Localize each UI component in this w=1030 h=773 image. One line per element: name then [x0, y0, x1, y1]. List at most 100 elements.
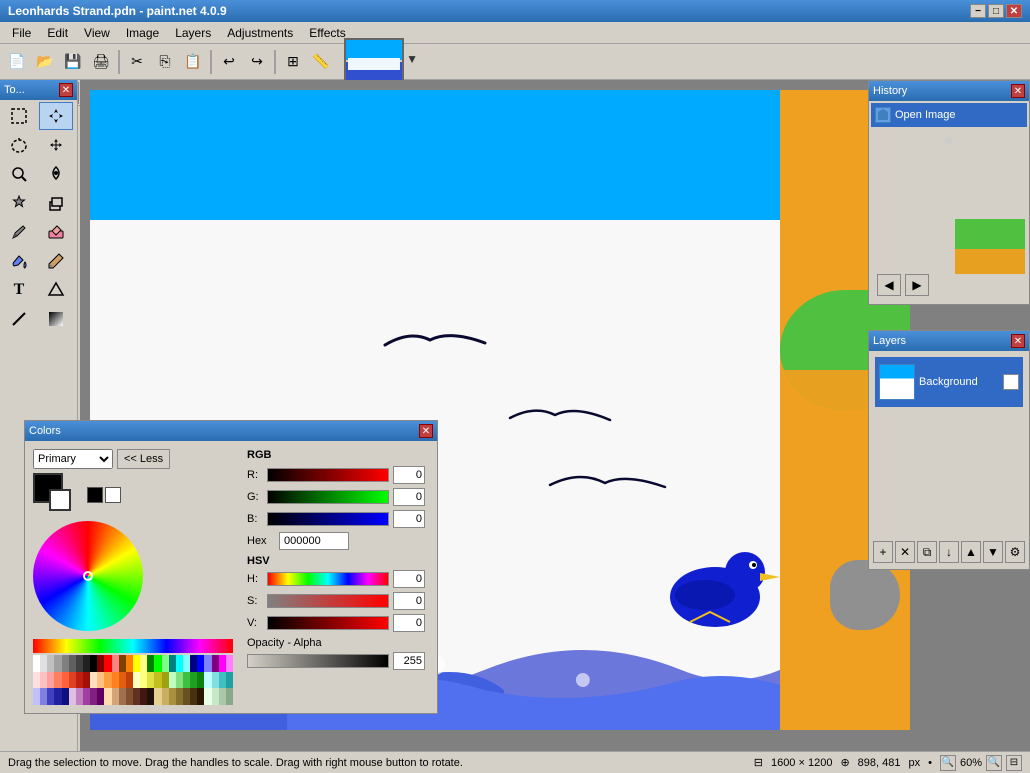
pal-s7[interactable]: [197, 688, 204, 705]
layer-background[interactable]: Background ✓: [875, 357, 1023, 407]
pal-s4[interactable]: [176, 688, 183, 705]
s-input[interactable]: 0: [393, 592, 425, 610]
pal-5[interactable]: [69, 655, 76, 672]
toolbar-grid[interactable]: ⊞: [280, 49, 306, 75]
pal-4[interactable]: [62, 655, 69, 672]
pal-r7[interactable]: [76, 672, 83, 689]
hue-strip[interactable]: [33, 639, 233, 653]
pal-o6[interactable]: [126, 672, 133, 689]
close-button[interactable]: ✕: [1006, 4, 1022, 18]
pal-p3[interactable]: [83, 688, 90, 705]
pal-t3[interactable]: [219, 688, 226, 705]
layers-close[interactable]: ✕: [1011, 334, 1025, 348]
secondary-swatch[interactable]: [49, 489, 71, 511]
tool-line[interactable]: [2, 305, 36, 333]
tool-paintbucket[interactable]: [2, 247, 36, 275]
toolbar-redo[interactable]: ↪: [244, 49, 270, 75]
pal-o3[interactable]: [104, 672, 111, 689]
history-forward[interactable]: ▶: [905, 274, 929, 296]
h-slider[interactable]: [267, 572, 389, 586]
b-slider[interactable]: [267, 512, 389, 526]
pal-g4[interactable]: [190, 672, 197, 689]
layer-move-down[interactable]: ▼: [983, 541, 1003, 563]
toolbar-undo[interactable]: ↩: [216, 49, 242, 75]
toolbar-paste[interactable]: 📋: [180, 49, 206, 75]
pal-y3[interactable]: [147, 672, 154, 689]
pal-y1[interactable]: [133, 672, 140, 689]
menu-image[interactable]: Image: [118, 24, 167, 42]
menu-edit[interactable]: Edit: [39, 24, 76, 42]
layer-move-up[interactable]: ▲: [961, 541, 981, 563]
pal-o1[interactable]: [90, 672, 97, 689]
toolbar-cut[interactable]: ✂: [124, 49, 150, 75]
pal-p1[interactable]: [69, 688, 76, 705]
pal-lightmagenta[interactable]: [226, 655, 233, 672]
pal-n7[interactable]: [147, 688, 154, 705]
pal-3[interactable]: [54, 655, 61, 672]
pal-b3[interactable]: [47, 688, 54, 705]
pal-g3[interactable]: [183, 672, 190, 689]
history-back[interactable]: ◀: [877, 274, 901, 296]
pal-c3[interactable]: [219, 672, 226, 689]
pal-darkred[interactable]: [97, 655, 104, 672]
pal-t4[interactable]: [226, 688, 233, 705]
pal-n6[interactable]: [140, 688, 147, 705]
pal-o5[interactable]: [119, 672, 126, 689]
pal-y4[interactable]: [154, 672, 161, 689]
pal-n3[interactable]: [119, 688, 126, 705]
pal-n5[interactable]: [133, 688, 140, 705]
layer-merge-down[interactable]: ↓: [939, 541, 959, 563]
tool-magic-wand[interactable]: [2, 189, 36, 217]
pal-r6[interactable]: [69, 672, 76, 689]
pal-p4[interactable]: [90, 688, 97, 705]
tool-move[interactable]: [39, 102, 73, 130]
pal-b2[interactable]: [40, 688, 47, 705]
less-more-btn[interactable]: << Less: [117, 449, 170, 469]
pal-r2[interactable]: [40, 672, 47, 689]
pal-black[interactable]: [90, 655, 97, 672]
layer-duplicate[interactable]: ⧉: [917, 541, 937, 563]
pal-darkgreen[interactable]: [147, 655, 154, 672]
v-slider[interactable]: [267, 616, 389, 630]
history-close[interactable]: ✕: [1011, 84, 1025, 98]
r-input[interactable]: 0: [393, 466, 425, 484]
menu-layers[interactable]: Layers: [167, 24, 219, 42]
pal-r4[interactable]: [54, 672, 61, 689]
pal-2[interactable]: [47, 655, 54, 672]
pal-r3[interactable]: [47, 672, 54, 689]
opacity-input[interactable]: 255: [393, 652, 425, 670]
pal-darkblue[interactable]: [190, 655, 197, 672]
toolbar-copy[interactable]: ⎘: [152, 49, 178, 75]
pal-r1[interactable]: [33, 672, 40, 689]
small-swatch-black[interactable]: [87, 487, 103, 503]
pal-t1[interactable]: [204, 688, 211, 705]
pal-s1[interactable]: [154, 688, 161, 705]
pal-r8[interactable]: [83, 672, 90, 689]
tool-eraser[interactable]: [39, 218, 73, 246]
b-input[interactable]: 0: [393, 510, 425, 528]
pal-lightgreen[interactable]: [162, 655, 169, 672]
toolbar-open[interactable]: 📂: [32, 49, 58, 75]
pal-c2[interactable]: [212, 672, 219, 689]
pal-yellow[interactable]: [133, 655, 140, 672]
pal-red[interactable]: [104, 655, 111, 672]
hex-input[interactable]: 000000: [279, 532, 349, 550]
layer-add[interactable]: +: [873, 541, 893, 563]
pal-brown[interactable]: [119, 655, 126, 672]
v-input[interactable]: 0: [393, 614, 425, 632]
pal-lightyellow[interactable]: [140, 655, 147, 672]
menu-adjustments[interactable]: Adjustments: [219, 24, 301, 42]
pal-s3[interactable]: [169, 688, 176, 705]
pal-b1[interactable]: [33, 688, 40, 705]
tool-clone[interactable]: [39, 189, 73, 217]
layer-properties[interactable]: ⚙: [1005, 541, 1025, 563]
tool-text[interactable]: T: [2, 276, 36, 304]
color-mode-select[interactable]: Primary Secondary: [33, 449, 113, 469]
pal-orange[interactable]: [126, 655, 133, 672]
tool-move-selected[interactable]: [39, 131, 73, 159]
pal-c1[interactable]: [204, 672, 211, 689]
pal-p2[interactable]: [76, 688, 83, 705]
pal-lightcyan[interactable]: [183, 655, 190, 672]
pal-lightred[interactable]: [112, 655, 119, 672]
g-input[interactable]: 0: [393, 488, 425, 506]
